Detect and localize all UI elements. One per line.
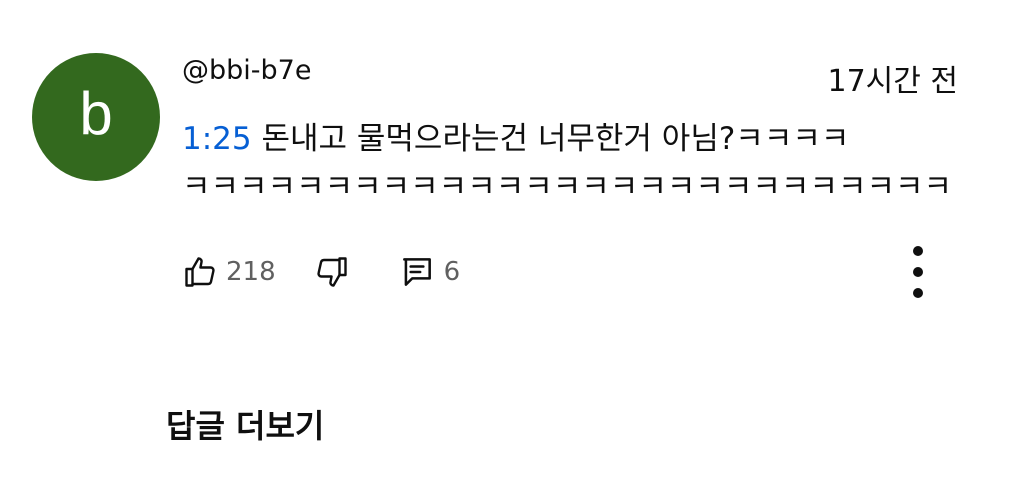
avatar-letter: b [79, 80, 113, 147]
comment-line-1: 1:25 돈내고 물먹으라는건 너무한거 아님?ㅋㅋㅋㅋ [182, 115, 972, 163]
comment-actions: 218 6 [182, 248, 460, 296]
more-vertical-icon-dot [913, 288, 923, 298]
more-options-button[interactable] [900, 246, 936, 298]
more-replies-button[interactable]: 답글 더보기 [166, 404, 324, 448]
comment-text: 1:25 돈내고 물먹으라는건 너무한거 아님?ㅋㅋㅋㅋ ㅋㅋㅋㅋㅋㅋㅋㅋㅋㅋㅋ… [182, 115, 972, 211]
comment-text-part-1: 돈내고 물먹으라는건 너무한거 아님?ㅋㅋㅋㅋ [251, 121, 850, 157]
comment-line-2: ㅋㅋㅋㅋㅋㅋㅋㅋㅋㅋㅋㅋㅋㅋㅋㅋㅋㅋㅋㅋㅋㅋㅋㅋㅋㅋㅋ [182, 169, 953, 205]
thumbs-up-icon [185, 257, 215, 287]
reply-count: 6 [443, 257, 461, 287]
video-timestamp-link[interactable]: 1:25 [182, 121, 252, 157]
reply-button[interactable]: 6 [398, 253, 461, 291]
more-vertical-icon-dot [913, 267, 923, 277]
more-vertical-icon [913, 246, 923, 256]
author-avatar[interactable]: b [32, 53, 160, 181]
comment-time: 17시간 전 [827, 64, 958, 99]
thumbs-down-icon [317, 257, 347, 287]
like-count: 218 [226, 257, 276, 287]
comment-icon [402, 258, 431, 286]
dislike-button[interactable] [314, 254, 350, 290]
like-button[interactable]: 218 [182, 254, 276, 290]
author-handle[interactable]: @bbi-b7e [182, 54, 311, 88]
